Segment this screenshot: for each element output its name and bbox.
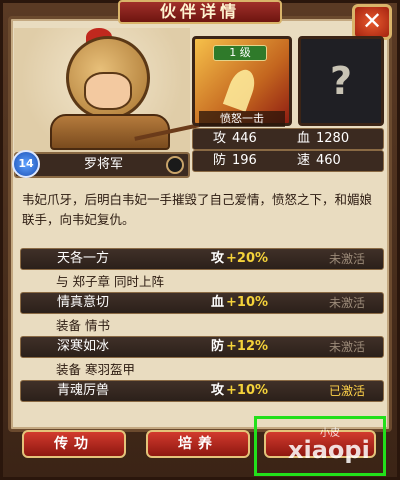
close-button[interactable]: ✕ bbox=[352, 4, 392, 40]
fate-status: 未激活 bbox=[329, 296, 366, 310]
skill-card[interactable]: 1 级 愤怒一击 bbox=[192, 36, 292, 127]
hero-name: 罗将军 bbox=[84, 157, 124, 172]
fate-name: 情真意切 bbox=[57, 295, 110, 310]
fate-row: 情真意切 血 +10% 未激活 bbox=[20, 292, 384, 314]
fate-condition: 与 郑子章 同时上阵 bbox=[56, 274, 164, 289]
emblem-icon[interactable] bbox=[166, 156, 184, 174]
fate-bonus: 攻 +20% bbox=[211, 251, 269, 266]
fate-bonus: 血 +10% bbox=[211, 295, 269, 310]
fate-status: 已激活 bbox=[329, 384, 366, 398]
stat-row-attack-hp: 攻 446 血 1280 bbox=[192, 128, 384, 150]
flame-icon bbox=[222, 66, 260, 112]
fate-bonus: 攻 +10% bbox=[211, 383, 269, 398]
fate-status: 未激活 bbox=[329, 340, 366, 354]
fate-condition: 装备 寒羽盔甲 bbox=[56, 362, 135, 377]
fate-status: 未激活 bbox=[329, 252, 366, 266]
fate-name: 青魂厉兽 bbox=[57, 383, 110, 398]
stat-row-def-speed: 防 196 速 460 bbox=[192, 150, 384, 172]
locked-skill-slot[interactable]: ? bbox=[298, 36, 384, 126]
hero-face-icon bbox=[84, 72, 132, 110]
stat-attack: 攻 446 bbox=[213, 131, 257, 146]
hero-name-bar: 14 罗将军 bbox=[12, 150, 190, 178]
fate-name: 深寒如冰 bbox=[57, 339, 110, 354]
stat-speed: 速 460 bbox=[297, 153, 341, 168]
fate-condition: 装备 情书 bbox=[56, 318, 110, 333]
skill-level: 1 级 bbox=[213, 45, 267, 61]
watermark: xiaopi bbox=[288, 436, 370, 464]
train-button[interactable]: 培养 bbox=[146, 430, 250, 458]
fate-row: 天各一方 攻 +20% 未激活 bbox=[20, 248, 384, 270]
page-title: 伙伴详情 bbox=[118, 0, 282, 24]
hero-portrait: ◆ 1 阶 bbox=[14, 28, 200, 179]
hero-description: 韦妃爪牙，后明白韦妃一手摧毁了自己爱情，愤怒之下，和媚娘联手，向韦妃复仇。 bbox=[22, 192, 373, 227]
hero-level-badge: 14 bbox=[12, 150, 40, 178]
fate-bonus: 防 +12% bbox=[211, 339, 269, 354]
stat-hp: 血 1280 bbox=[297, 131, 350, 146]
fate-row: 深寒如冰 防 +12% 未激活 bbox=[20, 336, 384, 358]
skill-name: 愤怒一击 bbox=[199, 111, 285, 127]
fate-name: 天各一方 bbox=[57, 251, 110, 266]
stat-defense: 防 196 bbox=[213, 153, 257, 168]
fate-row: 青魂厉兽 攻 +10% 已激活 bbox=[20, 380, 384, 402]
transfer-button[interactable]: 传功 bbox=[22, 430, 126, 458]
